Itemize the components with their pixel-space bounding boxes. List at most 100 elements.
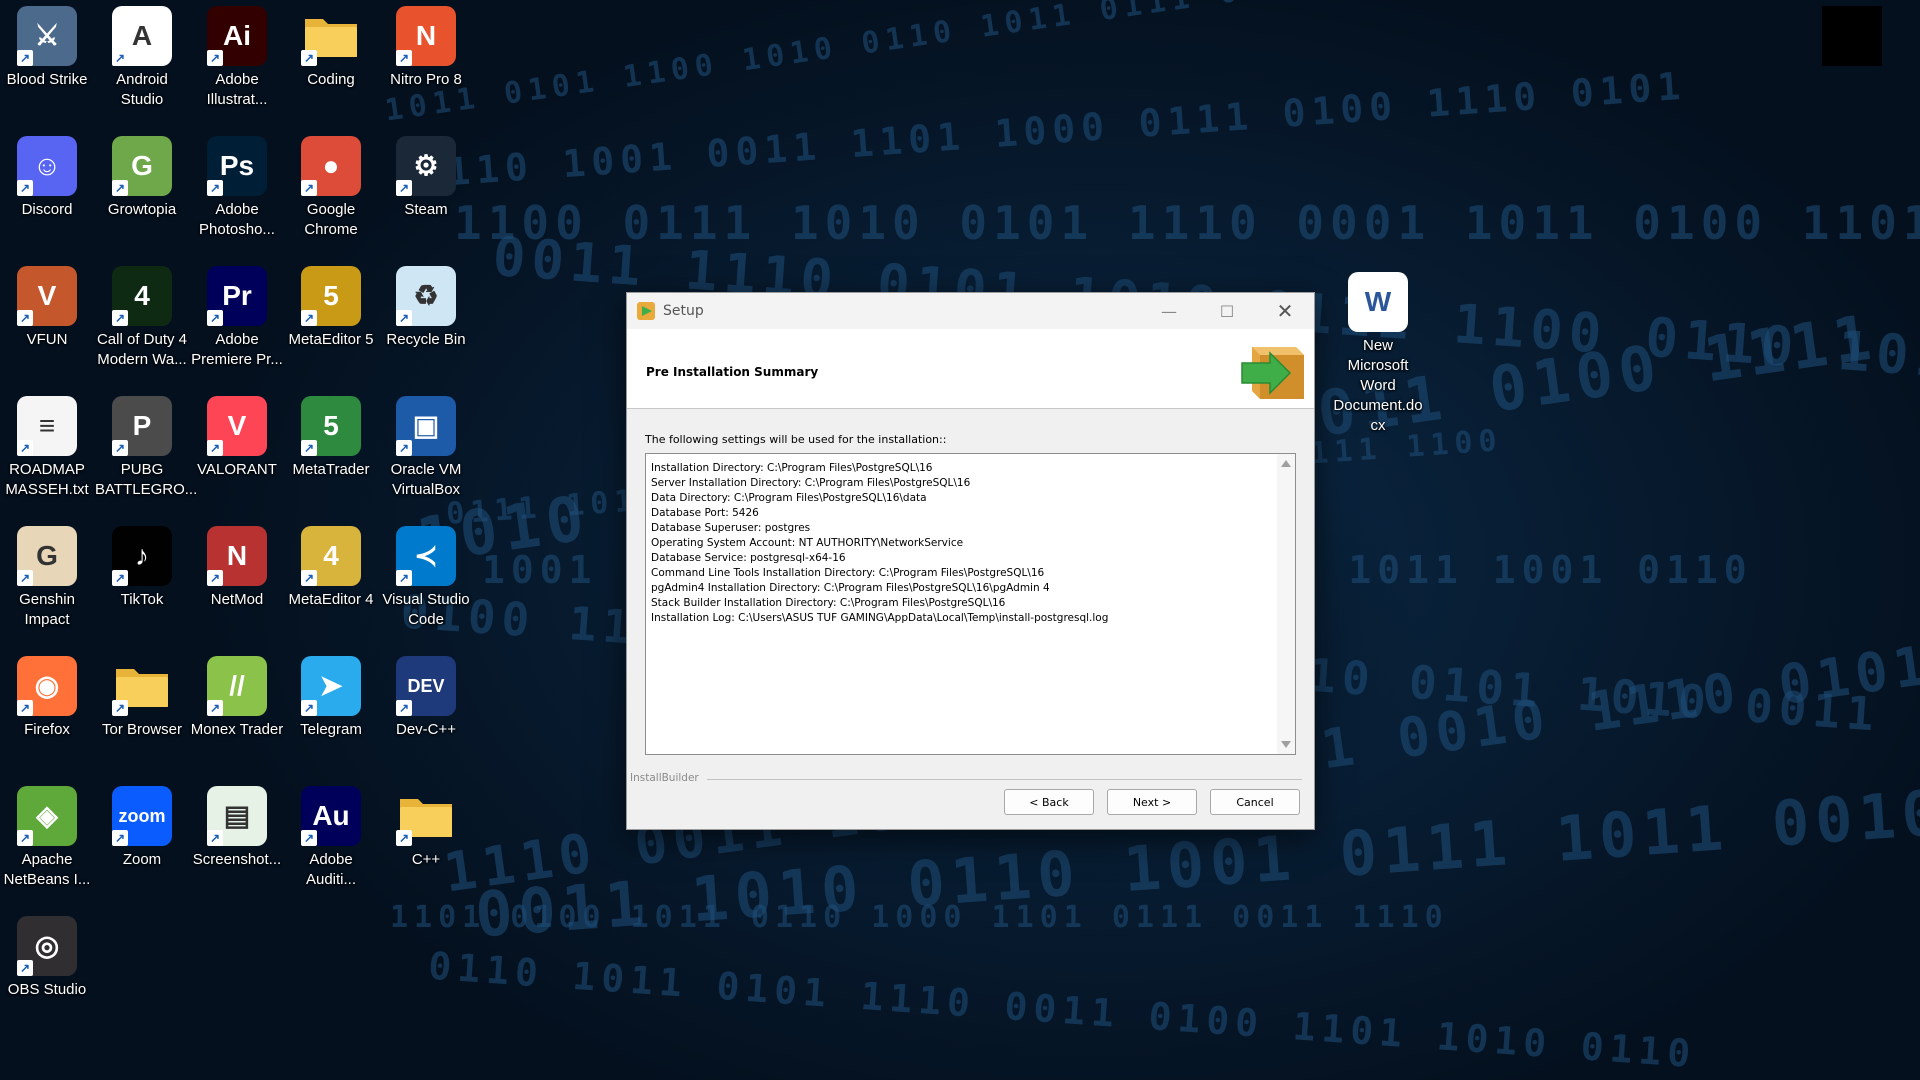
icon-glyph: ≡ <box>38 410 56 441</box>
desktop-icon-item[interactable]: G ↗ Growtopia <box>95 130 189 220</box>
summary-line: Data Directory: C:\Program Files\Postgre… <box>651 492 927 504</box>
page-title: Pre Installation Summary <box>646 365 819 379</box>
desktop-icon-item[interactable]: V ↗ VFUN <box>0 260 94 350</box>
icon-glyph: ☺ <box>32 150 62 181</box>
shortcut-arrow-icon: ↗ <box>17 700 33 716</box>
vfun-icon: V ↗ <box>17 266 77 326</box>
desktop-icon-item[interactable]: G ↗ Genshin Impact <box>0 520 94 630</box>
desktop-icon-item[interactable]: Pr ↗ Adobe Premiere Pr... <box>190 260 284 370</box>
desktop-icon-item[interactable]: ↗ Tor Browser <box>95 650 189 740</box>
monex-trader-icon: // ↗ <box>207 656 267 716</box>
wallpaper-digit-row: 1101 0100 1011 0110 1000 1101 0111 0011 … <box>390 900 1449 935</box>
desktop-icon-item[interactable]: ◉ ↗ Firefox <box>0 650 94 740</box>
summary-line: Command Line Tools Installation Director… <box>651 567 1045 579</box>
folder-icon: ↗ <box>396 786 456 846</box>
desktop-icon-item[interactable]: ↗ Coding <box>284 0 378 90</box>
android-studio-icon: A ↗ <box>112 6 172 66</box>
adobe-premiere-icon: Pr ↗ <box>207 266 267 326</box>
telegram-icon: ➤ ↗ <box>301 656 361 716</box>
icon-glyph: zoom <box>118 806 166 826</box>
desktop-icon-item[interactable]: Ps ↗ Adobe Photosho... <box>190 130 284 240</box>
intro-text: The following settings will be used for … <box>645 433 947 446</box>
desktop-icon-label: Adobe Illustrat... <box>206 71 268 108</box>
desktop-icon-item[interactable]: P ↗ PUBG BATTLEGRO... <box>95 390 198 500</box>
desktop-icon-label: PUBG BATTLEGRO... <box>95 461 198 498</box>
desktop-icon-label: Discord <box>21 201 73 218</box>
icon-glyph: ⚙ <box>413 150 439 181</box>
header-panel: Pre Installation Summary <box>627 329 1314 409</box>
desktop-icon-item[interactable]: DEV ↗ Dev-C++ <box>379 650 473 740</box>
desktop-icon-label: Tor Browser <box>101 721 183 738</box>
desktop-icon-item[interactable]: N ↗ Nitro Pro 8 <box>379 0 473 90</box>
desktop-icon-item[interactable]: ◎ ↗ OBS Studio <box>0 910 94 1000</box>
desktop-icon-item[interactable]: ≺ ↗ Visual Studio Code <box>379 520 473 630</box>
icon-glyph: ◎ <box>34 930 60 961</box>
desktop-icon-label: Firefox <box>24 721 70 738</box>
desktop-icon-item[interactable]: ⚔ ↗ Blood Strike <box>0 0 94 90</box>
desktop-icon-item[interactable]: V ↗ VALORANT <box>190 390 284 480</box>
steam-icon: ⚙ ↗ <box>396 136 456 196</box>
desktop-icon-item[interactable]: 4 ↗ MetaEditor 4 <box>284 520 378 610</box>
shortcut-arrow-icon: ↗ <box>396 440 412 456</box>
maximize-button[interactable]: ☐ <box>1198 293 1256 329</box>
shortcut-arrow-icon: ↗ <box>17 440 33 456</box>
desktop-icon-label: Coding <box>307 71 355 88</box>
desktop-icon-item[interactable]: ♻ ↗ Recycle Bin <box>379 260 473 350</box>
desktop-icon-item[interactable]: 4 ↗ Call of Duty 4 Modern Wa... <box>95 260 189 370</box>
desktop-icon-item[interactable]: N ↗ NetMod <box>190 520 284 610</box>
desktop-icon-label: Growtopia <box>107 201 177 218</box>
desktop-icon-item[interactable]: ▤ ↗ Screenshot... <box>190 780 284 870</box>
desktop-icon-item[interactable]: ↗ C++ <box>379 780 473 870</box>
desktop-icon-label: Oracle VM VirtualBox <box>390 461 462 498</box>
icon-glyph: G <box>131 150 153 181</box>
desktop-icon-label: Dev-C++ <box>395 721 457 738</box>
desktop-icon-item[interactable]: ≡ ↗ ROADMAP MASSEH.txt <box>0 390 94 500</box>
growtopia-icon: G ↗ <box>112 136 172 196</box>
desktop-icon-item[interactable]: 5 ↗ MetaEditor 5 <box>284 260 378 350</box>
desktop-icon-label: Adobe Photosho... <box>199 201 275 238</box>
icon-glyph: Ai <box>223 20 251 51</box>
desktop-icon-item[interactable]: ➤ ↗ Telegram <box>284 650 378 740</box>
desktop-icon-item[interactable]: 5 ↗ MetaTrader <box>284 390 378 480</box>
close-button[interactable]: ✕ <box>1256 293 1314 329</box>
desktop-icon-item[interactable]: ◈ ↗ Apache NetBeans I... <box>0 780 94 890</box>
minimize-button[interactable]: — <box>1140 293 1198 329</box>
icon-glyph: ♪ <box>135 540 149 571</box>
scroll-up-arrow-icon[interactable] <box>1281 460 1291 467</box>
next-button[interactable]: Next > <box>1107 789 1197 815</box>
summary-line: Stack Builder Installation Directory: C:… <box>651 597 1006 609</box>
setup-dialog: Setup — ☐ ✕ Pre Installation Summary The… <box>626 292 1315 830</box>
title-bar[interactable]: Setup — ☐ ✕ <box>627 293 1314 329</box>
desktop-icon-label: Adobe Premiere Pr... <box>191 331 283 368</box>
shortcut-arrow-icon: ↗ <box>396 700 412 716</box>
desktop-icon-item[interactable]: // ↗ Monex Trader <box>190 650 284 740</box>
back-button[interactable]: < Back <box>1004 789 1094 815</box>
icon-glyph: ● <box>322 150 340 181</box>
desktop-icon-item[interactable]: Au ↗ Adobe Auditi... <box>284 780 378 890</box>
desktop-icon-item[interactable]: ⚙ ↗ Steam <box>379 130 473 220</box>
desktop-icon-item[interactable]: ♪ ↗ TikTok <box>95 520 189 610</box>
desktop-icon-word-document[interactable]: W New Microsoft Word Document.do cx <box>1331 266 1425 436</box>
desktop-icon-item[interactable]: ● ↗ Google Chrome <box>284 130 378 240</box>
desktop-icon-item[interactable]: Ai ↗ Adobe Illustrat... <box>190 0 284 110</box>
desktop-icon-label: C++ <box>411 851 441 868</box>
cancel-button[interactable]: Cancel <box>1210 789 1300 815</box>
tiktok-icon: ♪ ↗ <box>112 526 172 586</box>
genshin-impact-icon: G ↗ <box>17 526 77 586</box>
scroll-down-arrow-icon[interactable] <box>1281 741 1291 748</box>
summary-textbox[interactable]: Installation Directory: C:\Program Files… <box>645 453 1296 755</box>
desktop-icon-label: OBS Studio <box>7 981 87 998</box>
desktop-icon-item[interactable]: A ↗ Android Studio <box>95 0 189 110</box>
icon-glyph: ▤ <box>223 800 251 831</box>
vertical-scrollbar[interactable] <box>1277 454 1295 754</box>
desktop-icon-label: Google Chrome <box>304 201 358 238</box>
desktop-icon-label: MetaEditor 4 <box>288 591 374 608</box>
shortcut-arrow-icon: ↗ <box>207 570 223 586</box>
icon-glyph: ≺ <box>414 540 438 571</box>
desktop-icon-item[interactable]: zoom ↗ Zoom <box>95 780 189 870</box>
desktop-icon-item[interactable]: ☺ ↗ Discord <box>0 130 94 220</box>
shortcut-arrow-icon: ↗ <box>396 180 412 196</box>
shortcut-arrow-icon: ↗ <box>207 50 223 66</box>
desktop-icon-label: ROADMAP MASSEH.txt <box>5 461 89 498</box>
desktop-icon-item[interactable]: ▣ ↗ Oracle VM VirtualBox <box>379 390 473 500</box>
